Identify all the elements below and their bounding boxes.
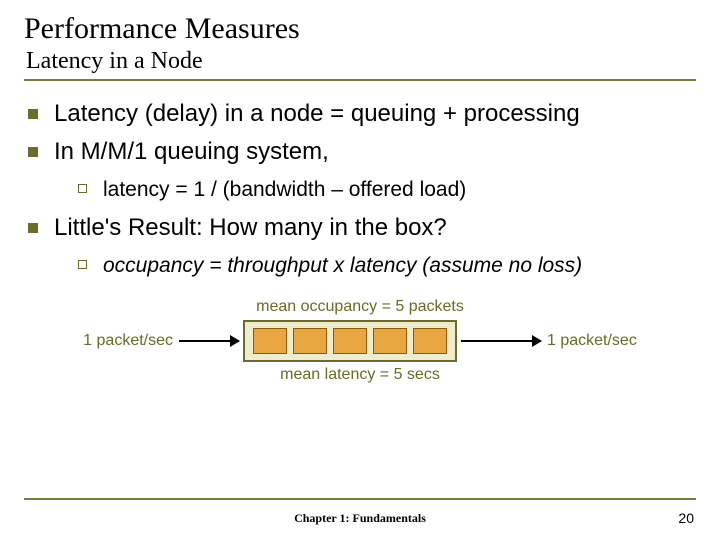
arrow-out-icon	[461, 340, 541, 342]
slide-title: Performance Measures	[24, 12, 696, 46]
packet-icon	[333, 328, 367, 354]
arrow-in-icon	[179, 340, 239, 342]
bullet-level1: Little's Result: How many in the box?	[28, 213, 696, 243]
bullet-level2: latency = 1 / (bandwidth – offered load)	[78, 177, 696, 203]
title-divider	[24, 79, 696, 81]
bullet-level1: In M/M/1 queuing system,	[28, 137, 696, 167]
bullet-text: occupancy = throughput x latency (assume…	[103, 253, 696, 279]
bullet-level1: Latency (delay) in a node = queuing + pr…	[28, 99, 696, 129]
packet-icon	[253, 328, 287, 354]
littles-diagram: mean occupancy = 5 packets 1 packet/sec …	[24, 298, 696, 384]
diagram-row: 1 packet/sec 1 packet/sec	[24, 320, 696, 362]
footer-divider	[24, 498, 696, 500]
square-bullet-icon	[28, 109, 38, 119]
bullet-text: Latency (delay) in a node = queuing + pr…	[54, 99, 696, 129]
bullet-text: In M/M/1 queuing system,	[54, 137, 696, 167]
bullet-text: Little's Result: How many in the box?	[54, 213, 696, 243]
slide: Performance Measures Latency in a Node L…	[0, 0, 720, 540]
square-bullet-icon	[28, 223, 38, 233]
page-number: 20	[678, 510, 694, 526]
diagram-left-label: 1 packet/sec	[83, 332, 173, 350]
footer-chapter: Chapter 1: Fundamentals	[0, 511, 720, 526]
diagram-right-label: 1 packet/sec	[547, 332, 637, 350]
square-bullet-icon	[28, 147, 38, 157]
content-area: Latency (delay) in a node = queuing + pr…	[24, 99, 696, 384]
bullet-text: latency = 1 / (bandwidth – offered load)	[103, 177, 696, 203]
packet-icon	[373, 328, 407, 354]
queue-box	[243, 320, 457, 362]
packet-icon	[413, 328, 447, 354]
bullet-level2: occupancy = throughput x latency (assume…	[78, 253, 696, 279]
hollow-square-bullet-icon	[78, 260, 87, 269]
hollow-square-bullet-icon	[78, 184, 87, 193]
diagram-bottom-caption: mean latency = 5 secs	[24, 366, 696, 384]
slide-subtitle: Latency in a Node	[26, 48, 696, 75]
packet-icon	[293, 328, 327, 354]
diagram-top-caption: mean occupancy = 5 packets	[24, 298, 696, 316]
